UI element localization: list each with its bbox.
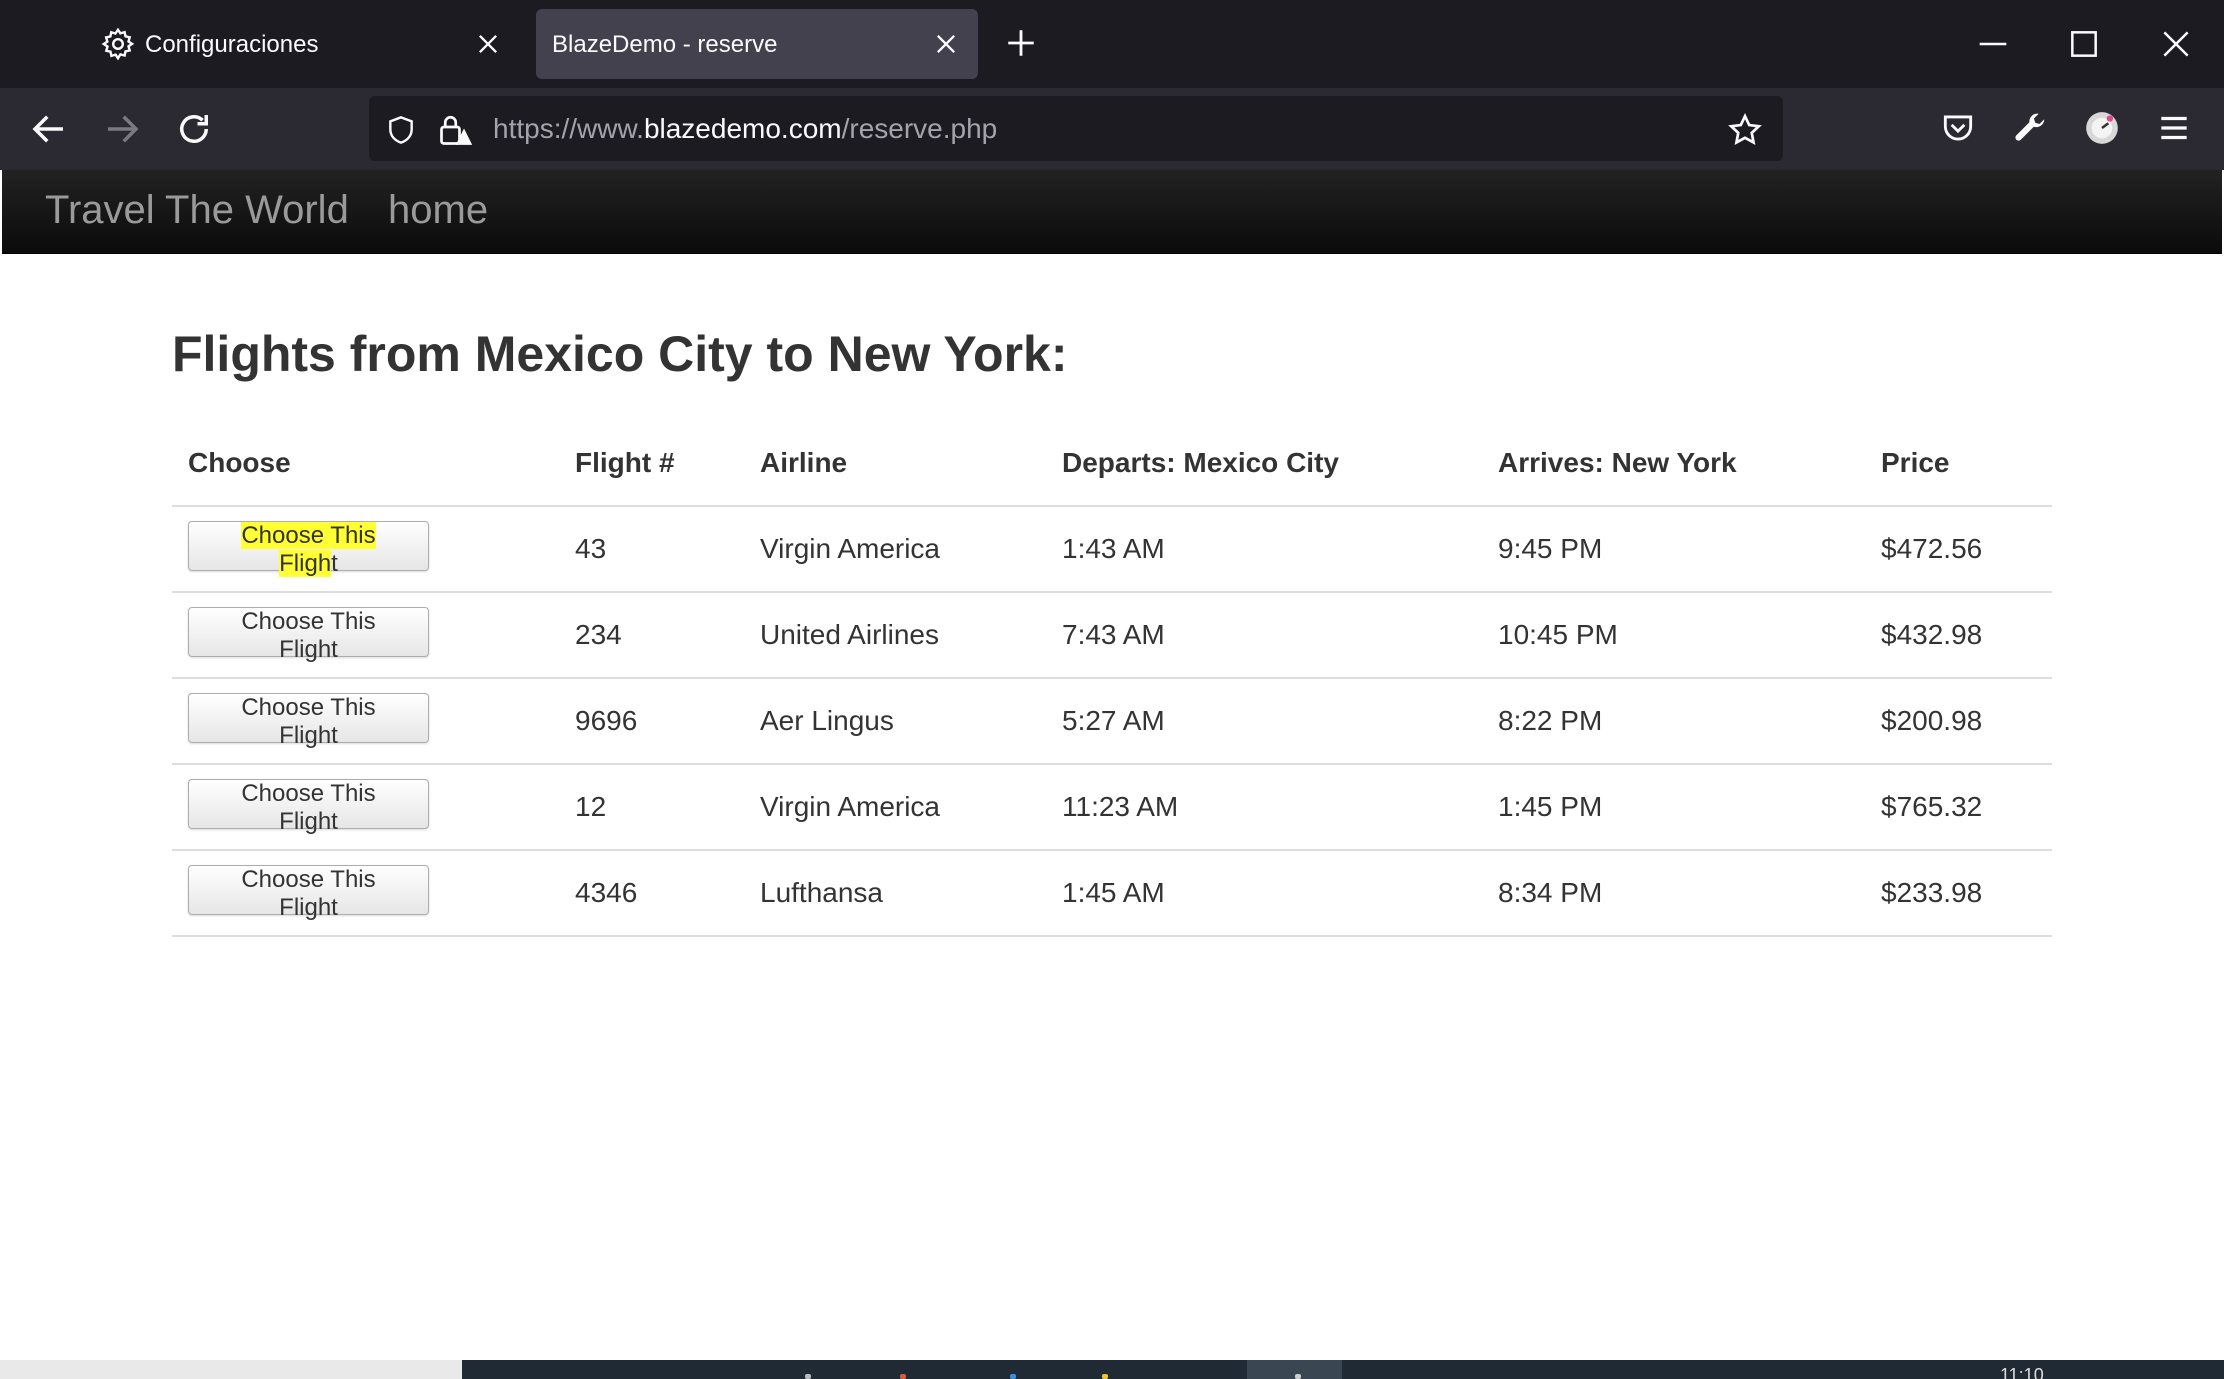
bookmark-star-icon[interactable] [1727, 112, 1763, 148]
desktop-strip [0, 1360, 462, 1379]
choose-flight-button[interactable]: Choose This Flight [188, 692, 429, 749]
insecure-lock-icon[interactable] [437, 112, 473, 148]
brand-link[interactable]: Travel The World [45, 188, 349, 233]
airline: Aer Lingus [744, 678, 1046, 765]
choose-cell: Choose This Flight [172, 592, 559, 679]
close-tab-icon[interactable] [474, 30, 502, 58]
departure-time: 11:23 AM [1046, 764, 1482, 851]
column-header-price: Price [1865, 420, 2052, 507]
back-icon[interactable] [28, 108, 70, 150]
url-text[interactable]: https://www.blazedemo.com/reserve.php [493, 113, 997, 145]
table-row: Choose This Flight 43 Virgin America 1:4… [172, 506, 2052, 593]
price: $432.98 [1865, 592, 2052, 679]
flights-table: Choose Flight # Airline Departs: Mexico … [172, 420, 2052, 937]
tab-blazedemo-reserve[interactable]: BlazeDemo - reserve [536, 9, 978, 79]
button-label-rest: t [331, 549, 338, 577]
tab-title: Configuraciones [145, 31, 319, 58]
flight-number: 43 [559, 506, 744, 593]
browser-tab-strip: Configuraciones BlazeDemo - reserve [0, 0, 2224, 88]
airline: Virgin America [744, 764, 1046, 851]
close-window-icon[interactable] [2156, 24, 2196, 64]
taskbar-app-icon[interactable] [805, 1374, 811, 1379]
url-scheme: https://www. [493, 113, 644, 144]
site-navbar: Travel The World home [2, 170, 2222, 254]
choose-flight-button[interactable]: Choose This Flight [188, 520, 429, 577]
taskbar-app-icon[interactable] [1010, 1374, 1016, 1379]
choose-cell: Choose This Flight [172, 506, 559, 593]
taskbar-clock[interactable]: 11:10 [2000, 1366, 2044, 1379]
flight-number: 12 [559, 764, 744, 851]
arrival-time: 1:45 PM [1482, 764, 1865, 851]
airline: Lufthansa [744, 850, 1046, 937]
flight-number: 4346 [559, 850, 744, 937]
taskbar-app-icon[interactable] [1102, 1374, 1108, 1379]
tab-configuraciones[interactable]: Configuraciones [80, 9, 520, 79]
departure-time: 1:43 AM [1046, 506, 1482, 593]
choose-flight-button[interactable]: Choose This Flight [188, 864, 429, 921]
page-viewport: Travel The World home Flights from Mexic… [2, 170, 2222, 1360]
airline: Virgin America [744, 506, 1046, 593]
taskbar-app-icon[interactable] [1295, 1374, 1301, 1379]
departure-time: 5:27 AM [1046, 678, 1482, 765]
choose-flight-button[interactable]: Choose This Flight [188, 606, 429, 663]
choose-cell: Choose This Flight [172, 678, 559, 765]
departure-time: 1:45 AM [1046, 850, 1482, 937]
price: $233.98 [1865, 850, 2052, 937]
column-header-departs: Departs: Mexico City [1046, 420, 1482, 507]
table-row: Choose This Flight 12 Virgin America 11:… [172, 764, 2052, 851]
choose-cell: Choose This Flight [172, 850, 559, 937]
new-tab-icon[interactable] [1004, 26, 1038, 60]
price: $472.56 [1865, 506, 2052, 593]
arrival-time: 9:45 PM [1482, 506, 1865, 593]
table-row: Choose This Flight 234 United Airlines 7… [172, 592, 2052, 679]
arrival-time: 8:22 PM [1482, 678, 1865, 765]
choose-flight-button[interactable]: Choose This Flight [188, 778, 429, 835]
url-path: /reserve.php [841, 113, 998, 144]
gear-icon [101, 27, 135, 61]
flight-number: 234 [559, 592, 744, 679]
close-tab-icon[interactable] [932, 30, 960, 58]
price: $765.32 [1865, 764, 2052, 851]
extension-icon[interactable] [2083, 109, 2121, 147]
table-row: Choose This Flight 4346 Lufthansa 1:45 A… [172, 850, 2052, 937]
price: $200.98 [1865, 678, 2052, 765]
departure-time: 7:43 AM [1046, 592, 1482, 679]
column-header-arrives: Arrives: New York [1482, 420, 1865, 507]
shield-icon[interactable] [385, 113, 417, 147]
os-taskbar [462, 1360, 2224, 1379]
choose-cell: Choose This Flight [172, 764, 559, 851]
home-link[interactable]: home [388, 188, 488, 233]
address-bar[interactable]: https://www.blazedemo.com/reserve.php [369, 96, 1783, 161]
menu-icon[interactable] [2155, 109, 2193, 147]
column-header-airline: Airline [744, 420, 1046, 507]
flight-number: 9696 [559, 678, 744, 765]
pocket-icon[interactable] [1939, 109, 1977, 147]
url-host: blazedemo.com [643, 113, 842, 144]
table-row: Choose This Flight 9696 Aer Lingus 5:27 … [172, 678, 2052, 765]
maximize-icon[interactable] [2064, 24, 2104, 64]
minimize-icon[interactable] [1973, 24, 2013, 64]
column-header-flight: Flight # [559, 420, 744, 507]
browser-toolbar: https://www.blazedemo.com/reserve.php [0, 88, 2224, 170]
reload-icon[interactable] [173, 108, 215, 150]
airline: United Airlines [744, 592, 1046, 679]
page-title: Flights from Mexico City to New York: [172, 326, 1068, 382]
column-header-choose: Choose [172, 420, 559, 507]
tab-title: BlazeDemo - reserve [552, 31, 778, 58]
wrench-icon[interactable] [2011, 109, 2049, 147]
arrival-time: 10:45 PM [1482, 592, 1865, 679]
arrival-time: 8:34 PM [1482, 850, 1865, 937]
button-label-highlighted: Choose This Fligh [241, 521, 376, 577]
taskbar-app-icon[interactable] [900, 1374, 906, 1379]
table-header-row: Choose Flight # Airline Departs: Mexico … [172, 420, 2052, 507]
forward-icon[interactable] [101, 108, 143, 150]
